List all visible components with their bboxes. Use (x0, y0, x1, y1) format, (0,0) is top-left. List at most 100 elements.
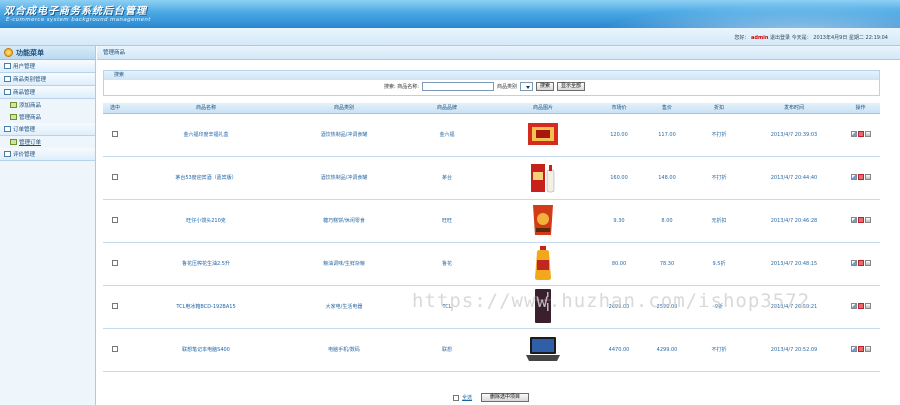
delete-selected-button[interactable]: 删除选中项目 (481, 393, 530, 402)
cell-brand: 联想 (403, 328, 491, 372)
product-image (524, 335, 562, 365)
product-image (532, 244, 554, 284)
cell-market-price: 160.00 (595, 156, 643, 200)
cell-brand: 茅台 (403, 156, 491, 200)
view-icon[interactable] (864, 302, 871, 309)
table-row: 联想笔记本电脑S400 电脑手机/数码 联想 4470.00 4299.00 不打折 201… (103, 328, 880, 372)
edit-icon[interactable] (850, 259, 857, 266)
column-header: 选中 (103, 103, 127, 114)
sidebar-item-5[interactable]: 订单管理 (0, 123, 95, 136)
cell-market-price: 9.30 (595, 199, 643, 243)
row-checkbox[interactable] (112, 131, 118, 138)
row-checkbox[interactable] (112, 260, 118, 267)
product-name-input[interactable] (421, 82, 494, 91)
main-content: 管理商品 搜索 搜索: 商品名称: 商品类别 搜索 显示全部 选中 商品名称 商品类… (97, 46, 900, 405)
cell-price: 78.30 (643, 242, 691, 286)
sidebar-item-2[interactable]: 商品管理 (0, 86, 95, 99)
delete-icon[interactable] (857, 173, 864, 180)
column-header: 商品品牌 (403, 103, 491, 114)
delete-icon[interactable] (857, 259, 864, 266)
column-header: 商品名称 (127, 103, 285, 114)
cell-name[interactable]: TCL电冰箱BCD-192BA15 (127, 285, 285, 329)
sidebar-heading-label: 功能菜单 (16, 48, 44, 57)
delete-icon[interactable] (857, 216, 864, 223)
show-all-button[interactable]: 显示全部 (557, 82, 586, 91)
sidebar-item-0[interactable]: 用户管理 (0, 60, 95, 73)
sidebar-item-4[interactable]: 管理商品 (0, 111, 95, 123)
column-header: 发布时间 (747, 103, 841, 114)
view-icon[interactable] (864, 259, 871, 266)
search-name-label: 搜索: 商品名称: (384, 84, 419, 90)
edit-icon[interactable] (850, 345, 857, 352)
cell-actions (841, 113, 880, 157)
cell-category: 酒饮热制品/冲调食罐 (285, 156, 403, 200)
cell-select (103, 285, 127, 329)
cell-price: 8.00 (643, 199, 691, 243)
sidebar-heading: 功能菜单 (0, 46, 95, 60)
cell-name[interactable]: 鲁花压榨花生油2.5升 (127, 242, 285, 286)
sidebar-item-7[interactable]: 评价管理 (0, 148, 95, 161)
sidebar-item-6[interactable]: 管理订单 (0, 136, 95, 148)
row-checkbox[interactable] (112, 346, 118, 353)
welcome-text: 您好： admin 退出登录 今天是： 2013年4月9日 星期二 22:19:… (734, 34, 888, 41)
product-image (530, 202, 556, 240)
sidebar-item-1[interactable]: 商品类别管理 (0, 73, 95, 86)
cell-brand: 鲁花 (403, 242, 491, 286)
edit-icon[interactable] (850, 216, 857, 223)
folder-icon (4, 151, 11, 157)
cell-select (103, 113, 127, 157)
sidebar-item-label: 管理订单 (19, 140, 42, 146)
sidebar-item-3[interactable]: 添加商品 (0, 99, 95, 111)
sidebar-item-label: 管理商品 (19, 115, 42, 121)
cell-category: 电脑手机/数码 (285, 328, 403, 372)
edit-icon[interactable] (850, 302, 857, 309)
cell-actions (841, 285, 880, 329)
banner-decoration (560, 0, 900, 28)
edit-icon[interactable] (850, 130, 857, 137)
search-button[interactable]: 搜索 (535, 82, 554, 91)
select-all-checkbox[interactable] (453, 394, 459, 401)
row-checkbox[interactable] (112, 217, 118, 224)
breadcrumb: 管理商品 (97, 46, 900, 60)
logout-link[interactable]: 退出登录 (770, 35, 790, 41)
watermark: https://www.huzhan.com/ishop3572 (412, 290, 811, 312)
cell-publish-time: 2013/4/7 20:39:03 (747, 113, 841, 157)
category-select[interactable] (519, 82, 533, 91)
cell-name[interactable]: 联想笔记本电脑S400 (127, 328, 285, 372)
cell-category: 大家电/生活电器 (285, 285, 403, 329)
cell-market-price: 4470.00 (595, 328, 643, 372)
cell-name[interactable]: 茅台53度迎宾酒（嘉宾版） (127, 156, 285, 200)
view-icon[interactable] (864, 130, 871, 137)
cell-discount: 不打折 (691, 156, 747, 200)
app-title: 双合成电子商务系统后台管理 (4, 6, 147, 17)
table-row: 旺仔小馒头210克 糖巧糕饼/休闲零食 旺旺 9.30 8.00 无折扣 2013/4/7 … (103, 199, 880, 243)
sidebar-item-label: 商品类别管理 (13, 77, 47, 83)
table-row: 鲁花压榨花生油2.5升 粮油调味/生鲜杂粮 鲁花 80.00 78.30 9.5折 2013… (103, 242, 880, 286)
search-row: 搜索: 商品名称: 商品类别 搜索 显示全部 (384, 82, 586, 91)
view-icon[interactable] (864, 173, 871, 180)
view-icon[interactable] (864, 216, 871, 223)
cell-image (491, 242, 595, 286)
column-header: 售价 (643, 103, 691, 114)
folder-icon (4, 126, 11, 132)
sidebar-item-label: 订单管理 (13, 127, 36, 133)
delete-icon[interactable] (857, 345, 864, 352)
cell-discount: 9.5折 (691, 242, 747, 286)
cell-publish-time: 2013/4/7 20:52.09 (747, 328, 841, 372)
view-icon[interactable] (864, 345, 871, 352)
sidebar-item-label: 商品管理 (13, 90, 36, 96)
select-all-label[interactable]: 全选 (462, 394, 472, 401)
cell-name[interactable]: 旺仔小馒头210克 (127, 199, 285, 243)
row-checkbox[interactable] (112, 303, 118, 310)
cell-discount: 无折扣 (691, 199, 747, 243)
cell-select (103, 156, 127, 200)
delete-icon[interactable] (857, 302, 864, 309)
page-icon (10, 102, 17, 108)
page-icon (10, 114, 17, 120)
bulk-actions: 全选 删除选中项目 (453, 393, 530, 402)
cell-name[interactable]: 金六福印度辛福礼盒 (127, 113, 285, 157)
delete-icon[interactable] (857, 130, 864, 137)
folder-icon (4, 63, 11, 69)
edit-icon[interactable] (850, 173, 857, 180)
row-checkbox[interactable] (112, 174, 118, 181)
